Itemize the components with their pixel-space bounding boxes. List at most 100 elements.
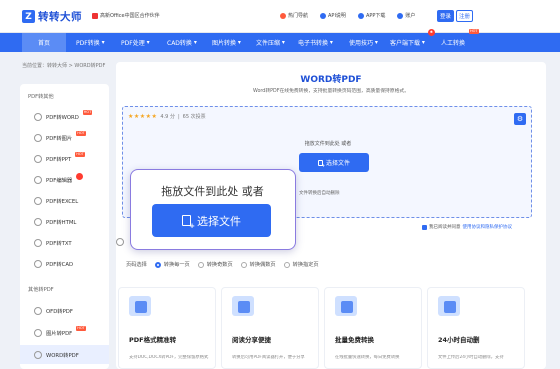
nav-label: PDF处理 <box>121 40 145 47</box>
txt-icon <box>34 238 42 247</box>
nav-ebook-convert[interactable]: 电子书转换 ▾ <box>298 33 333 52</box>
nav-home[interactable]: 首页 <box>22 33 66 52</box>
excel-icon <box>34 196 42 205</box>
radio-label: 转换偶数页 <box>249 262 276 268</box>
rating-stars: ★★★★★ <box>128 113 158 120</box>
card-desc: 支持DOC,DOCX转PDF，完整保留原格式 <box>129 355 209 360</box>
sidebar-item-label: WORD转PDF <box>46 352 79 359</box>
sidebar-item-pdf-to-word[interactable]: PDF转WORD HOT <box>20 107 109 126</box>
card-desc: 转换后可用PDF阅读器打开，便于分享 <box>232 355 305 360</box>
settings-icon[interactable] <box>116 238 124 246</box>
radio-label: 转换每一页 <box>163 262 190 268</box>
rating-count: 65 次投票 <box>182 114 206 120</box>
sidebar-item-pdf-to-image[interactable]: PDF转图片 HOT <box>20 128 109 147</box>
feature-card: 24小时自动删 文件上传后24小时自动删除，支持 <box>427 287 525 369</box>
sidebar-item-pdf-to-txt[interactable]: PDF转TXT <box>20 233 109 252</box>
sidebar-group-label: PDF转其他 <box>28 94 54 100</box>
ppt-icon <box>34 154 42 163</box>
rating-score: 4.9 分 <box>160 114 175 120</box>
nav-image-convert[interactable]: 图片转换 ▾ <box>212 33 241 52</box>
feature-image <box>438 296 460 316</box>
logo[interactable]: Z 转转大师 <box>22 9 82 24</box>
feature-image <box>129 296 151 316</box>
nav-file-compress[interactable]: 文件压缩 ▾ <box>256 33 285 52</box>
radio-dot <box>240 261 247 268</box>
nav-label: 使用技巧 <box>349 40 374 47</box>
radio-dot <box>154 261 161 268</box>
sidebar-group-label: 其他转PDF <box>28 287 54 293</box>
sidebar-item-pdf-to-excel[interactable]: PDF转EXCEL <box>20 191 109 210</box>
select-file-button[interactable]: 选择文件 <box>299 153 369 172</box>
sidebar-item-pdf-editor[interactable]: PDF编辑器 <box>20 170 109 189</box>
hot-badge: HOT <box>75 152 85 157</box>
select-file-label: 选择文件 <box>197 214 241 228</box>
feature-card: 批量免费转换 在线批量快速转换，每日免费转换 <box>324 287 422 369</box>
agree-text: 我已阅读并同意 <box>429 225 461 230</box>
sidebar-item-pdf-to-ppt[interactable]: PDF转PPT HOT <box>20 149 109 168</box>
select-file-label: 选择文件 <box>325 160 350 167</box>
sidebar-item-label: PDF转TXT <box>46 240 72 247</box>
fire-icon: ✱ <box>428 29 435 36</box>
fire-icon <box>76 173 84 180</box>
link-app[interactable]: APP下载 <box>357 12 385 19</box>
radio-all-pages[interactable]: 转换每一页 <box>154 261 190 268</box>
radio-dot <box>283 261 290 268</box>
nav-label: 文件压缩 <box>256 40 281 47</box>
rating: ★★★★★ 4.9 分 | 65 次投票 <box>128 113 206 120</box>
html-icon <box>34 217 42 226</box>
radio-even-pages[interactable]: 转换偶数页 <box>240 261 276 268</box>
nav-pdf-convert[interactable]: PDF转换 ▾ <box>76 33 105 52</box>
feature-image <box>335 296 357 316</box>
hot-badge: HOT <box>82 110 93 115</box>
card-title: 批量免费转换 <box>335 336 374 344</box>
sidebar-item-label: 图片转PDF <box>46 330 73 337</box>
link-hot-nav[interactable]: 热门导航 <box>280 12 308 19</box>
sidebar-item-pdf-to-html[interactable]: PDF转HTML <box>20 212 109 231</box>
link-api[interactable]: API说明 <box>320 12 346 19</box>
page-subtitle: Word转PDF在线免费转换，支持批量转换页码范围，高质量保持原格式。 <box>253 89 409 94</box>
image-icon <box>34 133 42 142</box>
rating-divider: | <box>177 113 180 120</box>
sidebar-item-label: PDF转PPT <box>46 156 72 163</box>
page-range-label: 页码选择 <box>126 262 147 268</box>
file-add-icon <box>317 159 325 168</box>
user-icon <box>397 12 404 19</box>
ofd-icon <box>34 306 42 315</box>
sidebar-item-label: PDF转WORD <box>46 114 79 121</box>
select-file-button[interactable]: 选择文件 <box>152 204 271 237</box>
nav-client-download[interactable]: 客户端下载 ▾ ✱ <box>390 29 435 52</box>
settings-icon[interactable]: ⚙ <box>514 113 526 125</box>
nav-pdf-process[interactable]: PDF处理 ▾ <box>121 33 150 52</box>
sidebar-item-ofd-to-pdf[interactable]: OFD转PDF <box>20 301 109 320</box>
sidebar-item-word-to-pdf[interactable]: WORD转PDF <box>20 345 109 364</box>
hot-badge: HOT <box>76 131 86 136</box>
edit-icon <box>34 175 42 184</box>
register-button[interactable]: 注册 <box>456 10 473 22</box>
sidebar: PDF转其他 PDF转WORD HOT PDF转图片 HOT PDF转PPT HOT … <box>20 84 109 369</box>
card-title: 24小时自动删 <box>438 336 480 344</box>
nav-manual-convert[interactable]: 人工转换 HOT <box>441 29 479 52</box>
link-account[interactable]: 账户 <box>397 12 415 19</box>
breadcrumb: 当前位置：转转大师 > WORD转PDF <box>22 63 106 69</box>
checkbox[interactable] <box>422 224 427 230</box>
sidebar-item-image-to-pdf[interactable]: 图片转PDF HOT <box>20 323 109 342</box>
zoom-callout: 拖放文件到此处 或者 选择文件 <box>130 169 296 250</box>
sidebar-item-pdf-to-cad[interactable]: PDF转CAD <box>20 254 109 273</box>
page-range-selector: 页码选择 转换每一页 转换奇数页 转换偶数页 转换指定页 <box>126 261 319 268</box>
fire-icon <box>280 12 286 19</box>
sidebar-item-label: PDF编辑器 <box>46 177 73 184</box>
nav-cad-convert[interactable]: CAD转换 ▾ <box>167 33 197 52</box>
logo-mark: Z <box>22 10 35 23</box>
sidebar-item-label: OFD转PDF <box>46 308 73 315</box>
card-desc: 文件上传后24小时自动删除，支持 <box>438 355 504 360</box>
nav-tips[interactable]: 使用技巧 ▾ <box>349 33 378 52</box>
card-title: PDF格式精准转 <box>129 336 177 344</box>
agree-link[interactable]: 使用协议和隐私保护协议 <box>463 224 513 230</box>
drop-hint: 拖放文件到此处 或者 <box>304 141 352 147</box>
login-button[interactable]: 登录 <box>437 10 454 22</box>
agree-terms[interactable]: 我已阅读并同意 使用协议和隐私保护协议 <box>422 224 512 230</box>
radio-odd-pages[interactable]: 转换奇数页 <box>197 261 233 268</box>
radio-custom-pages[interactable]: 转换指定页 <box>283 261 319 268</box>
card-title: 阅读分享便捷 <box>232 336 271 344</box>
sidebar-item-label: PDF转CAD <box>46 261 74 268</box>
